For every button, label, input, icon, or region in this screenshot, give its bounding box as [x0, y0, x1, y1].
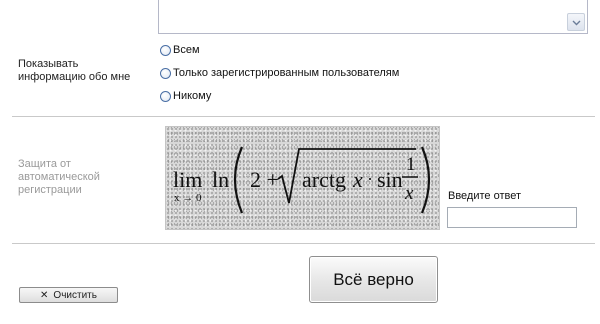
radio-label: Никому [173, 90, 212, 102]
about-textarea[interactable] [158, 0, 588, 34]
radio-option-registered[interactable]: Только зарегистрированным пользователям [160, 65, 399, 81]
captcha-sin: sin [377, 167, 403, 192]
clear-button-label: Очистить [53, 289, 97, 301]
captcha-label-line2: автоматической [18, 171, 100, 183]
captcha-image: lim x → 0 ln 2 + arctg x · sin 1 x [165, 126, 440, 230]
captcha-lim: lim [173, 167, 202, 192]
captcha-x: x [352, 167, 363, 192]
captcha-label-line3: регистрации [18, 184, 82, 196]
captcha-arctg: arctg [302, 167, 346, 192]
captcha-left-paren [233, 146, 244, 214]
submit-button[interactable]: Всё верно [309, 256, 438, 303]
radio-button[interactable] [160, 44, 171, 56]
captcha-two-plus: 2 + [250, 167, 279, 192]
captcha-right-paren [420, 146, 431, 214]
clear-button[interactable]: ✕ Очистить [19, 287, 118, 303]
captcha-label-line1: Защита от [18, 158, 71, 170]
answer-label: Введите ответ [448, 190, 522, 202]
captcha-dot: · [367, 169, 373, 189]
radio-button[interactable] [160, 67, 171, 79]
radio-option-nobody[interactable]: Никому [160, 88, 211, 104]
section-divider [12, 116, 595, 117]
captcha-fraction-numerator: 1 [406, 154, 416, 175]
section-divider [12, 243, 595, 244]
chevron-down-icon [572, 13, 581, 31]
captcha-lim-subscript: x → 0 [174, 192, 202, 204]
radio-option-all[interactable]: Всем [160, 42, 200, 58]
radio-button[interactable] [160, 90, 171, 102]
submit-button-label: Всё верно [333, 269, 414, 289]
privacy-label-line1: Показывать [18, 58, 79, 70]
privacy-label-line2: информацию обо мне [18, 71, 131, 83]
radio-label: Только зарегистрированным пользователям [173, 67, 400, 79]
captcha-fraction-denominator: x [404, 183, 414, 204]
radio-label: Всем [173, 44, 200, 56]
scroll-down-button[interactable] [567, 13, 585, 31]
clear-icon: ✕ [40, 289, 49, 301]
privacy-label: Показывать информацию обо мне [18, 58, 130, 84]
captcha-label: Защита от автоматической регистрации [18, 158, 100, 197]
captcha-ln: ln [212, 167, 229, 192]
captcha-answer-input[interactable] [447, 207, 577, 228]
